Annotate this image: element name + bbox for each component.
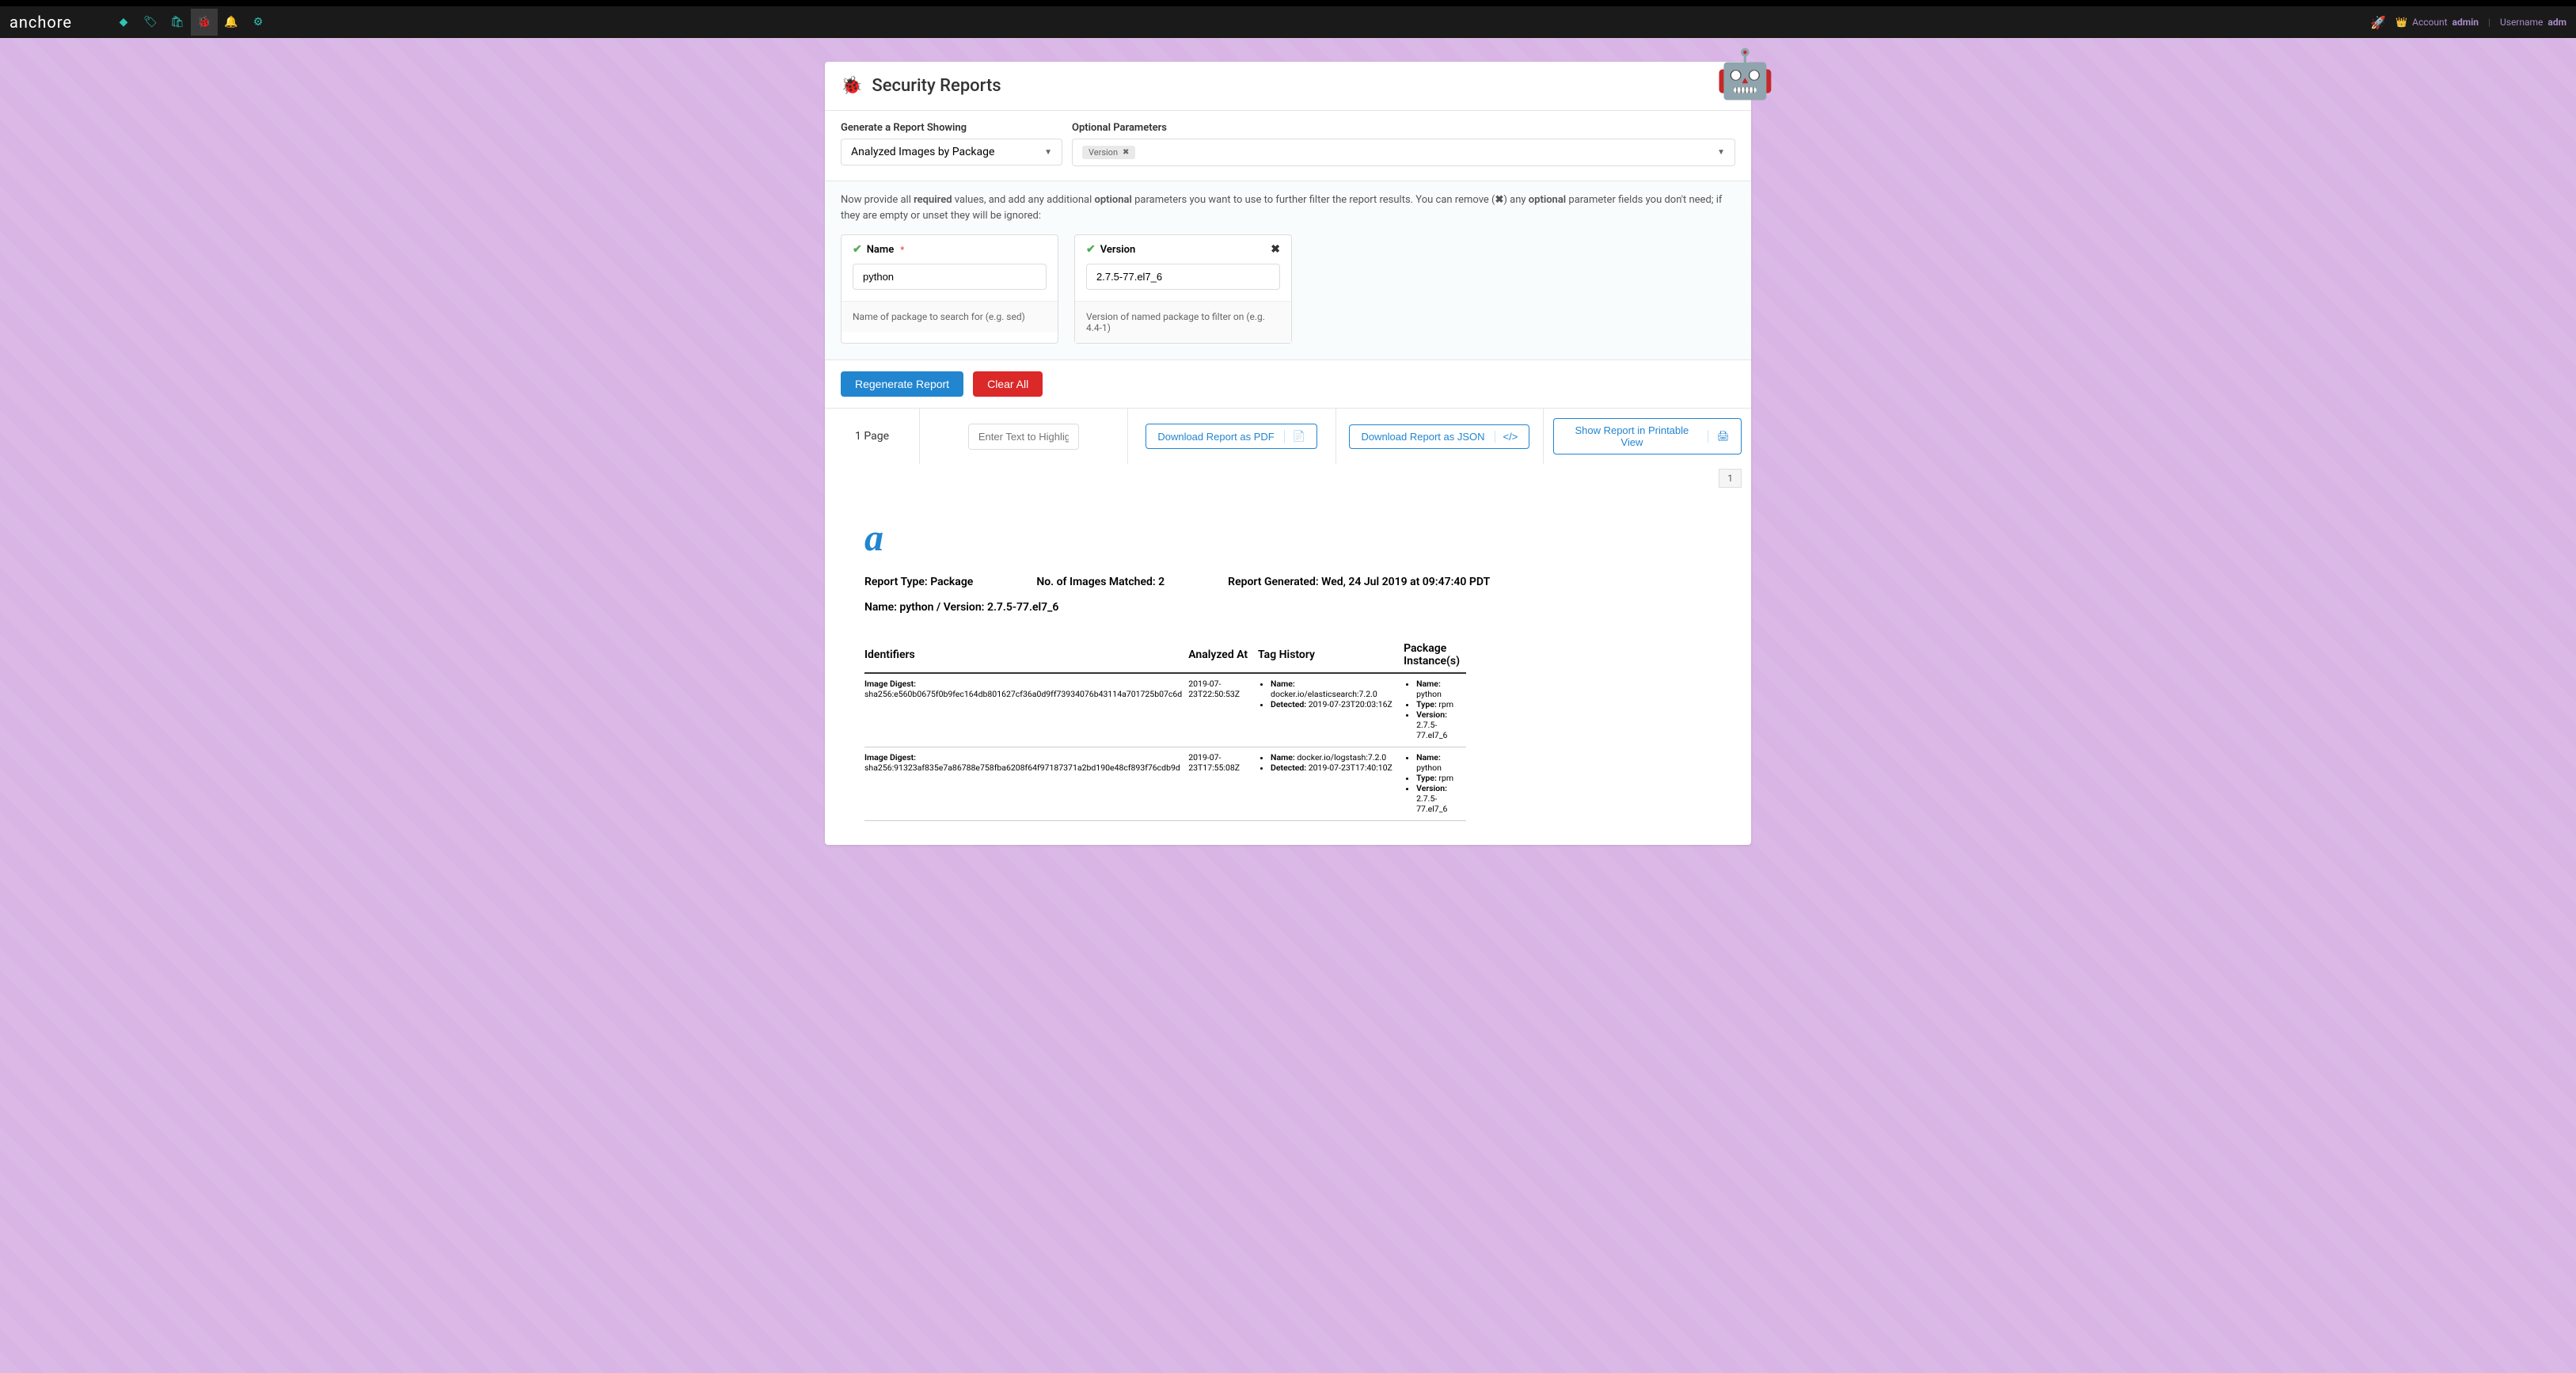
download-json-button[interactable]: Download Report as JSON </> — [1349, 424, 1529, 449]
brand-logo: anchore — [9, 13, 72, 32]
param-card-name: ✔ Name * Name of package to search for (… — [841, 234, 1058, 344]
check-icon: ✔ — [853, 243, 862, 256]
report-subtitle: Name: python / Version: 2.7.5-77.el7_6 — [864, 601, 1712, 614]
caret-down-icon: ▼ — [1044, 148, 1052, 157]
security-icon: 🐞 — [841, 76, 862, 96]
pdf-icon: 📄 — [1284, 430, 1305, 443]
version-chip[interactable]: Version ✖ — [1082, 146, 1135, 159]
name-hint: Name of package to search for (e.g. sed) — [842, 301, 1058, 332]
print-icon: 🖨 — [1708, 430, 1730, 443]
page-count: 1 Page — [855, 430, 889, 443]
bell-icon[interactable]: 🔔 — [218, 9, 245, 36]
tags-icon[interactable]: 🏷 — [137, 9, 164, 36]
clear-all-button[interactable]: Clear All — [973, 371, 1043, 397]
download-pdf-button[interactable]: Download Report as PDF 📄 — [1146, 424, 1317, 449]
report-table: Identifiers Analyzed At Tag History Pack… — [864, 637, 1466, 821]
col-package-instances: Package Instance(s) — [1404, 637, 1466, 673]
account-value: admin — [2453, 17, 2479, 28]
close-icon[interactable]: ✖ — [1271, 243, 1280, 256]
param-name-label: Name — [867, 244, 894, 256]
version-input[interactable] — [1086, 264, 1280, 290]
code-icon: </> — [1495, 431, 1518, 443]
optional-params-dropdown[interactable]: Version ✖ ▼ — [1072, 139, 1735, 166]
param-card-version: ✔ Version ✖ Version of named package to … — [1074, 234, 1292, 344]
optional-label: Optional Parameters — [1072, 122, 1735, 134]
account-info[interactable]: 👑 Account admin — [2396, 17, 2479, 28]
gear-icon[interactable]: ⚙ — [245, 9, 272, 36]
caret-down-icon: ▼ — [1717, 148, 1725, 157]
required-star: * — [900, 245, 904, 255]
col-tag-history: Tag History — [1258, 637, 1404, 673]
page-title: Security Reports — [872, 76, 1001, 96]
username-info[interactable]: Username adm — [2500, 17, 2567, 28]
report-logo: a — [864, 516, 1712, 560]
account-label: Account — [2412, 17, 2447, 28]
name-input[interactable] — [853, 264, 1047, 290]
rocket-icon: 🚀 — [2370, 15, 2386, 30]
regenerate-button[interactable]: Regenerate Report — [841, 371, 963, 397]
report-type-dropdown[interactable]: Analyzed Images by Package ▼ — [841, 139, 1062, 165]
navbar: anchore ◆ 🏷 🛍 🐞 🔔 ⚙ 🚀 👑 Account admin | … — [0, 6, 2576, 38]
bug-icon[interactable]: 🐞 — [191, 9, 218, 36]
chip-remove-icon[interactable]: ✖ — [1123, 148, 1129, 157]
report-type-value: Analyzed Images by Package — [851, 146, 994, 158]
check-icon: ✔ — [1086, 243, 1096, 256]
mascot-image: 🤖 — [1715, 46, 1775, 102]
username-label: Username — [2500, 17, 2543, 28]
page-number-badge[interactable]: 1 — [1719, 469, 1742, 488]
images-matched: No. of Images Matched: 2 — [1036, 576, 1165, 588]
table-row: Image Digest:sha256:91323af835e7a86788e7… — [864, 747, 1466, 821]
report-type: Report Type: Package — [864, 576, 973, 588]
report-generated: Report Generated: Wed, 24 Jul 2019 at 09… — [1228, 576, 1490, 588]
version-hint: Version of named package to filter on (e… — [1075, 301, 1291, 343]
dashboard-icon[interactable]: ◆ — [110, 9, 137, 36]
generate-label: Generate a Report Showing — [841, 122, 1062, 134]
instructions-text: Now provide all required values, and add… — [825, 181, 1751, 234]
col-identifiers: Identifiers — [864, 637, 1188, 673]
col-analyzed: Analyzed At — [1188, 637, 1258, 673]
highlight-input[interactable] — [968, 424, 1079, 450]
package-icon[interactable]: 🛍 — [164, 9, 191, 36]
param-version-label: Version — [1100, 244, 1136, 256]
table-row: Image Digest:sha256:e560b0675f0b9fec164d… — [864, 673, 1466, 747]
printable-view-button[interactable]: Show Report in Printable View 🖨 — [1553, 418, 1742, 454]
username-value: adm — [2548, 17, 2567, 28]
